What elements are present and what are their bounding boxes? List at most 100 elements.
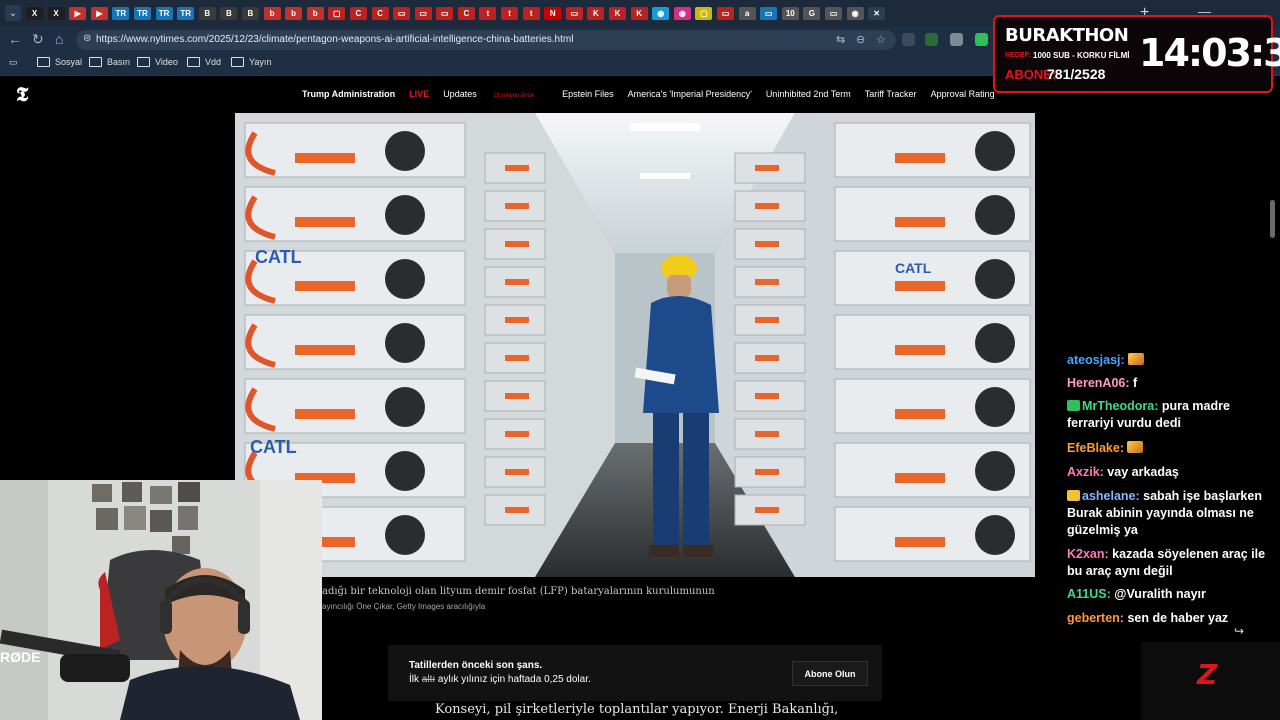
extension-icon[interactable]: [902, 33, 915, 46]
nav-tariff-tracker[interactable]: Tariff Tracker: [865, 89, 917, 99]
browser-tab[interactable]: TR: [112, 7, 130, 20]
home-icon[interactable]: ⌂: [55, 31, 63, 47]
chat-username[interactable]: EfeBlake: [1067, 441, 1120, 455]
browser-tab[interactable]: C: [457, 7, 475, 20]
back-icon[interactable]: ←: [8, 31, 22, 47]
browser-tab[interactable]: TR: [133, 7, 151, 20]
extension-icon[interactable]: [925, 33, 938, 46]
page-scrollbar[interactable]: [1270, 200, 1275, 238]
browser-tab[interactable]: ▭: [436, 7, 454, 20]
browser-tab[interactable]: N: [544, 7, 562, 20]
browser-tab[interactable]: C: [349, 7, 367, 20]
channel-logo: Z: [1141, 642, 1280, 720]
bookmark-folder[interactable]: Yayın: [231, 57, 271, 67]
browser-tab[interactable]: X: [47, 7, 65, 20]
browser-tab[interactable]: ▭: [760, 7, 778, 20]
browser-tab[interactable]: t: [501, 7, 519, 20]
nav-approval-rating[interactable]: Approval Rating: [931, 89, 995, 99]
browser-tab[interactable]: ◉: [846, 7, 864, 20]
chat-username[interactable]: MrTheodora: [1082, 399, 1154, 413]
browser-tab[interactable]: ✕: [868, 7, 886, 20]
nav-trump-administration[interactable]: Trump Administration: [302, 89, 395, 99]
browser-tab[interactable]: ▭: [414, 7, 432, 20]
reader-icon[interactable]: ⊖: [856, 33, 865, 46]
browser-tab[interactable]: 10: [781, 7, 799, 20]
browser-tab[interactable]: ▭: [717, 7, 734, 20]
browser-tab[interactable]: ◉: [673, 7, 691, 20]
orange-connector: [295, 217, 355, 227]
browser-tab[interactable]: B: [198, 7, 216, 20]
browser-tab[interactable]: K: [587, 7, 605, 20]
url-text[interactable]: https://www.nytimes.com/2025/12/23/clima…: [96, 34, 573, 45]
browser-tab[interactable]: a: [738, 7, 756, 20]
browser-tab[interactable]: G: [803, 7, 821, 20]
browser-tab[interactable]: t: [479, 7, 497, 20]
fan-icon: [385, 195, 425, 235]
browser-tab[interactable]: TR: [155, 7, 173, 20]
bookmark-folder[interactable]: Sosyal: [37, 57, 82, 67]
chat-username[interactable]: A11US: [1067, 587, 1107, 601]
browser-tab[interactable]: ◉: [652, 7, 670, 20]
chat-username[interactable]: geberten: [1067, 611, 1120, 625]
browser-tab[interactable]: C: [371, 7, 389, 20]
share-icon[interactable]: ↪: [1234, 624, 1244, 638]
browser-tab[interactable]: B: [241, 7, 259, 20]
browser-tab[interactable]: b: [285, 7, 303, 20]
browser-tab[interactable]: TR: [177, 7, 195, 20]
battery-module: [244, 314, 466, 370]
folder-icon: [187, 57, 200, 67]
browser-tab[interactable]: ▢: [695, 7, 713, 20]
refresh-icon[interactable]: ↻: [32, 31, 44, 48]
tab-menu-icon[interactable]: ⌄: [5, 5, 21, 21]
chat-username[interactable]: HerenA06: [1067, 376, 1125, 390]
browser-tab[interactable]: X: [26, 7, 43, 20]
browser-tab[interactable]: K: [609, 7, 627, 20]
reading-list-icon[interactable]: ▭: [9, 57, 18, 68]
chat-username[interactable]: ashelane: [1082, 489, 1136, 503]
translate-icon[interactable]: ⇆: [836, 33, 845, 46]
chat-username[interactable]: ateosjasj: [1067, 353, 1121, 367]
browser-tab[interactable]: ▭: [393, 7, 411, 20]
chat-username[interactable]: K2xan: [1067, 547, 1105, 561]
nav-uninhibited[interactable]: Uninhibited 2nd Term: [766, 89, 851, 99]
nav-epstein-files[interactable]: Epstein Files: [562, 89, 614, 99]
browser-tab[interactable]: ▢: [328, 7, 346, 20]
orange-connector: [505, 393, 529, 399]
browser-tab[interactable]: K: [630, 7, 648, 20]
address-bar[interactable]: ⊜ https://www.nytimes.com/2025/12/23/cli…: [76, 30, 896, 50]
banner-title: Tatillerden önceki son şans.: [409, 660, 543, 671]
extension-icon[interactable]: [975, 33, 988, 46]
nyt-logo-icon[interactable]: 𝕿: [16, 82, 28, 106]
chat-separator: :: [1120, 353, 1129, 367]
browser-tab[interactable]: b: [306, 7, 324, 20]
bookmark-folder[interactable]: Video: [137, 57, 178, 67]
browser-tab[interactable]: B: [220, 7, 238, 20]
chat-emote-icon: [1127, 441, 1144, 453]
orange-connector: [895, 409, 945, 419]
bookmark-folder[interactable]: Basın: [89, 57, 130, 67]
article-body-text: Konseyi, pil şirketleriyle toplantılar y…: [435, 702, 839, 717]
orange-connector: [505, 355, 529, 361]
nav-imperial-presidency[interactable]: America's 'Imperial Presidency': [628, 89, 752, 99]
chat-username[interactable]: Axzik: [1067, 465, 1100, 479]
photo-credit: ayıncılığı Öne Çıkar, Getty Images aracı…: [322, 602, 486, 611]
browser-tab[interactable]: t: [522, 7, 540, 20]
nav-live-updates[interactable]: LIVE Updates 21 milyon önce: [409, 89, 548, 99]
browser-tab[interactable]: ▭: [565, 7, 583, 20]
chat-message: HerenA06: f: [1067, 375, 1267, 392]
bookmark-folder[interactable]: Vdd: [187, 57, 221, 67]
fan-icon: [385, 387, 425, 427]
extension-icon[interactable]: [950, 33, 963, 46]
favorite-star-icon[interactable]: ☆: [876, 33, 886, 46]
goal-label: HEDEF:: [1005, 52, 1032, 59]
subscribe-button[interactable]: Abone Olun: [792, 661, 868, 686]
nyt-header: 𝕿 Trump Administration LIVE Updates 21 mil…: [0, 76, 1066, 112]
battery-module: [244, 122, 466, 178]
orange-connector: [505, 241, 529, 247]
browser-tab[interactable]: ▶: [90, 7, 108, 20]
browser-tab[interactable]: b: [263, 7, 281, 20]
browser-tab[interactable]: ▭: [824, 7, 842, 20]
browser-tab[interactable]: ▶: [69, 7, 87, 20]
site-info-icon[interactable]: ⊜: [83, 33, 91, 44]
orange-connector: [295, 345, 355, 355]
